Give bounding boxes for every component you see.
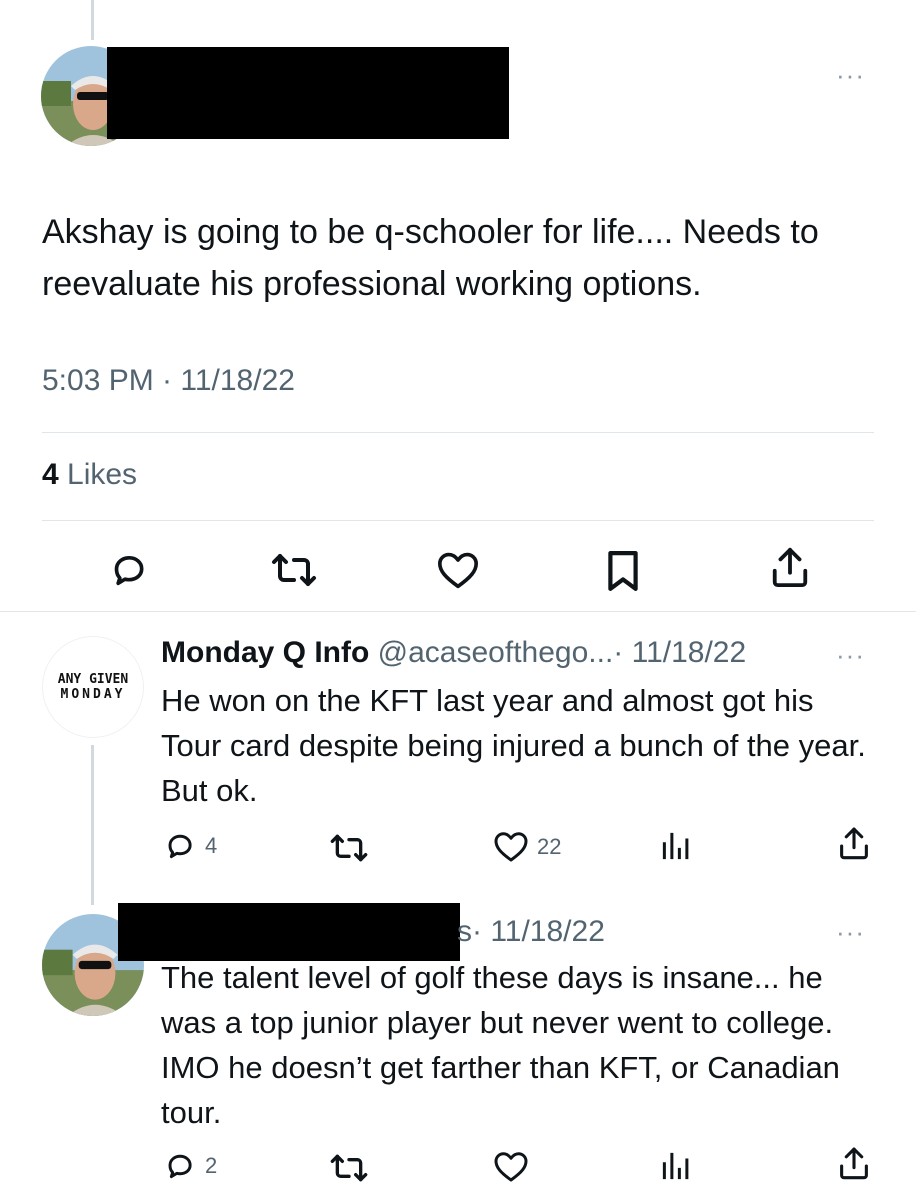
retweet-icon[interactable] [329,1153,369,1183]
tweet-text: Akshay is going to be q-schooler for lif… [42,213,819,303]
reply-icon[interactable]: 2 [163,1150,217,1182]
share-icon[interactable] [838,826,870,860]
more-options-icon[interactable]: ··· [836,642,865,668]
thread-line-top [91,0,94,40]
like-icon[interactable]: 22 [493,830,561,863]
reply-text: He won on the KFT last year and almost g… [161,683,866,808]
redacted-author-name [118,903,460,961]
reply-author-handle[interactable]: @acaseofthego... [378,636,614,669]
more-options-icon[interactable]: ··· [836,62,865,88]
likes-label: Likes [58,458,138,491]
reply-count: 2 [205,1153,218,1178]
likes-count: 4 [42,458,59,491]
divider [42,432,874,433]
share-icon[interactable] [838,1146,870,1180]
reply-avatar-monday-q[interactable]: ANY GIVEN MONDAY [42,636,144,738]
reply-header: s· 11/18/22 [457,915,605,949]
avatar-logo-text: ANY GIVEN [57,672,129,687]
reply-text: The talent level of golf these days is i… [161,960,840,1130]
views-icon[interactable] [660,1151,692,1181]
reply-author-handle-partial[interactable]: s [457,915,472,948]
reply-icon[interactable]: 4 [163,830,217,862]
more-options-icon[interactable]: ··· [836,919,865,945]
reply-date[interactable]: · 11/18/22 [472,915,605,948]
divider [42,520,874,521]
thread-line [91,745,94,905]
reply-date[interactable]: · 11/18/22 [613,636,746,669]
redacted-author-name [107,47,509,139]
tweet-timestamp[interactable]: 5:03 PM · 11/18/22 [42,364,295,398]
like-icon[interactable] [436,550,480,590]
reply-count: 4 [205,833,218,858]
reply-icon[interactable] [108,550,150,590]
retweet-icon[interactable] [270,552,318,588]
avatar-logo-text: MONDAY [60,687,126,702]
reply-header: Monday Q Info @acaseofthego...· 11/18/22 [161,636,746,670]
like-icon[interactable] [493,1150,529,1183]
likes-stat[interactable]: 4 Likes [42,458,137,492]
like-count: 22 [537,833,562,859]
divider [0,611,916,612]
reply-author-name[interactable]: Monday Q Info [161,636,369,669]
retweet-icon[interactable] [329,833,369,863]
bookmark-icon[interactable] [606,550,640,592]
share-icon[interactable] [770,546,810,588]
views-icon[interactable] [660,831,692,861]
